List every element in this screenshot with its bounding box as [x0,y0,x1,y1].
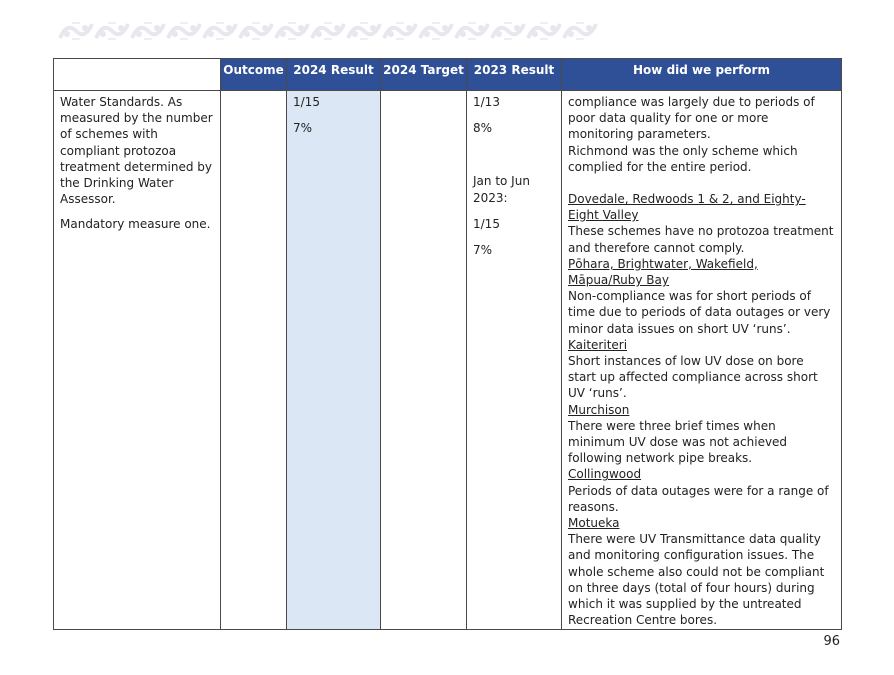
result-2024-column-header: 2024 Result [286,58,381,91]
table-row: Water Standards. As measured by the numb… [53,90,842,630]
performance-measures-table: Outcome 2024 Result 2024 Target 2023 Res… [53,58,842,630]
scheme-heading: Motueka [568,516,620,531]
performance-intro: compliance was largely due to periods of… [568,95,815,142]
result-2023-period-label: Jan to Jun 2023: [473,174,530,205]
scheme-text: Short instances of low UV dose on bore s… [568,354,818,401]
result-2023-cell: 1/13 8% Jan to Jun 2023: 1/15 7% [466,90,562,630]
page-number: 96 [823,634,840,649]
scheme-heading: Collingwood [568,467,642,482]
target-2024-cell [380,90,467,630]
result-2023-count: 1/13 [473,95,500,109]
performance-richmond-note: Richmond was the only scheme which compl… [568,143,798,174]
outcome-column-header: Outcome [220,58,287,91]
result-2023-column-header: 2023 Result [466,58,562,91]
scheme-text: There were three brief times when minimu… [568,418,788,466]
scheme-text: These schemes have no protozoa treatment… [568,224,834,255]
result-2023-period-count: 1/15 [473,216,500,231]
scheme-heading: Murchison [568,402,630,417]
measure-mandatory-note: Mandatory measure one. [60,217,211,232]
result-2023-period-percent: 7% [473,243,493,258]
decorative-pattern-banner [58,20,598,42]
measure-description: Water Standards. As measured by the numb… [60,95,213,207]
scheme-heading: Kaiteriteri [568,337,628,352]
scheme-text: There were UV Transmittance data quality… [568,532,825,628]
table-header-row: Outcome 2024 Result 2024 Target 2023 Res… [53,58,842,91]
how-performed-cell: compliance was largely due to periods of… [561,90,842,630]
scheme-heading: Dovedale, Redwoods 1 & 2, and Eighty-Eig… [568,192,806,223]
scheme-text: Non-compliance was for short periods of … [568,289,831,336]
how-performed-column-header: How did we perform [561,58,842,91]
outcome-cell [220,90,287,630]
scheme-heading: Pōhara, Brightwater, Wakefield, Māpua/Ru… [568,256,758,288]
measure-column-header [53,58,221,91]
result-2024-count: 1/15 [293,95,320,109]
result-2024-cell: 1/15 7% [286,90,381,630]
result-2023-percent: 8% [473,121,493,136]
measure-cell: Water Standards. As measured by the numb… [53,90,221,630]
scheme-text: Periods of data outages were for a range… [568,483,829,514]
result-2024-percent: 7% [293,121,313,136]
target-2024-column-header: 2024 Target [380,58,467,91]
